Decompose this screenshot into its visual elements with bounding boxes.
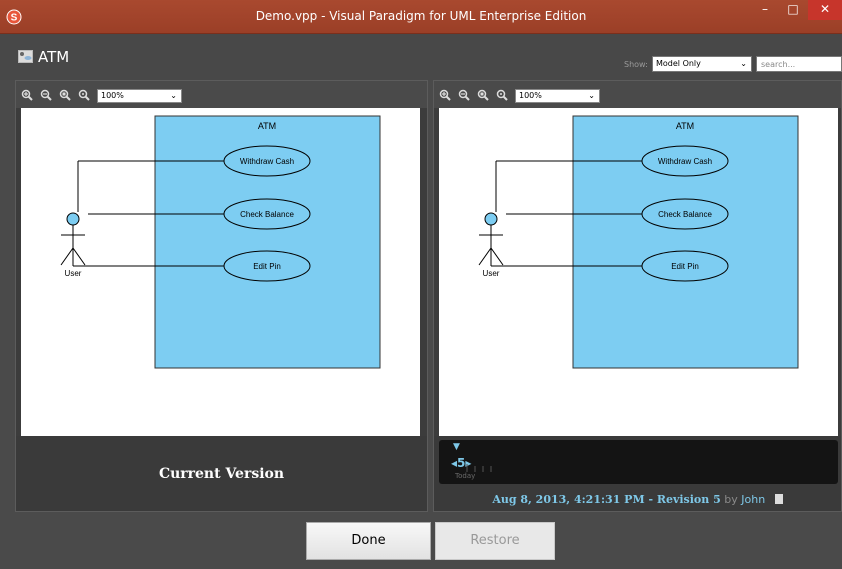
zoom-out-icon[interactable] xyxy=(40,89,52,101)
current-version-footer: Current Version xyxy=(16,436,427,511)
search-input[interactable] xyxy=(756,56,842,72)
title-bar: S Demo.vpp - Visual Paradigm for UML Ent… xyxy=(0,0,842,34)
revision-date: Aug 8, 2013, 4:21:31 PM - Revision 5 xyxy=(492,493,721,506)
use-case-label: Edit Pin xyxy=(671,262,699,271)
system-name: ATM xyxy=(676,121,694,131)
zoom-fit-icon[interactable] xyxy=(477,89,489,101)
zoom-in-icon[interactable] xyxy=(21,89,33,101)
chevron-down-icon: ⌄ xyxy=(740,59,747,68)
commit-note-icon[interactable] xyxy=(774,494,783,504)
chevron-down-icon: ⌄ xyxy=(170,91,177,100)
zoom-actual-size-icon[interactable] xyxy=(496,89,508,101)
use-case-label: Check Balance xyxy=(658,210,712,219)
current-version-panel: 100% ⌄ ATM Withdraw Cash Check Balance E… xyxy=(15,80,428,512)
current-version-label: Current Version xyxy=(158,466,285,482)
zoom-toolbar: 100% ⌄ xyxy=(16,81,427,108)
show-filter-select[interactable]: Model Only ⌄ xyxy=(652,56,752,72)
zoom-actual-size-icon[interactable] xyxy=(78,89,90,101)
show-filter-value: Model Only xyxy=(656,59,701,68)
use-case-diagram: ATM Withdraw Cash Check Balance Edit Pin… xyxy=(60,115,381,369)
timeline-pointer-icon: ▼ xyxy=(453,442,460,452)
revision-info: Aug 8, 2013, 4:21:31 PM - Revision 5 by … xyxy=(434,493,841,506)
restore-button[interactable]: Restore xyxy=(435,522,555,560)
maximize-button[interactable]: □ xyxy=(780,0,806,20)
timeline-ticks xyxy=(466,464,492,472)
revision-author: John xyxy=(741,493,766,506)
system-name: ATM xyxy=(258,121,276,131)
revision-by-label: by xyxy=(724,493,738,506)
revision-panel: 100% ⌄ ATM Withdraw Cash Check Balance E… xyxy=(433,80,842,512)
use-case-label: Edit Pin xyxy=(253,262,281,271)
close-button[interactable]: ✕ xyxy=(808,0,842,20)
actor-label: User xyxy=(65,269,82,278)
show-label: Show: xyxy=(624,60,648,69)
use-case-label: Withdraw Cash xyxy=(240,157,294,166)
diagram-title: ATM xyxy=(38,48,70,66)
chevron-down-icon: ⌄ xyxy=(588,91,595,100)
zoom-out-icon[interactable] xyxy=(458,89,470,101)
actor-label: User xyxy=(483,269,500,278)
diagram-canvas[interactable]: ATM Withdraw Cash Check Balance Edit Pin… xyxy=(439,108,838,436)
minimize-button[interactable]: – xyxy=(752,0,778,20)
window-title: Demo.vpp - Visual Paradigm for UML Enter… xyxy=(255,9,587,23)
zoom-in-icon[interactable] xyxy=(439,89,451,101)
done-button[interactable]: Done xyxy=(306,522,431,560)
revision-timeline[interactable]: ▼ ◂5▸ Today xyxy=(439,440,838,484)
use-case-diagram: ATM Withdraw Cash Check Balance Edit Pin… xyxy=(478,115,799,369)
zoom-level-value: 100% xyxy=(101,91,124,100)
use-case-label: Withdraw Cash xyxy=(658,157,712,166)
revision-footer: ▼ ◂5▸ Today Aug 8, 2013, 4:21:31 PM - Re… xyxy=(434,436,841,511)
zoom-level-select[interactable]: 100% ⌄ xyxy=(97,89,182,103)
zoom-toolbar: 100% ⌄ xyxy=(434,81,841,108)
timeline-today-label: Today xyxy=(455,472,476,480)
zoom-fit-icon[interactable] xyxy=(59,89,71,101)
zoom-level-select[interactable]: 100% ⌄ xyxy=(515,89,600,103)
use-case-diagram-icon xyxy=(18,50,33,63)
use-case-label: Check Balance xyxy=(240,210,294,219)
zoom-level-value: 100% xyxy=(519,91,542,100)
diagram-canvas[interactable]: ATM Withdraw Cash Check Balance Edit Pin… xyxy=(21,108,420,436)
